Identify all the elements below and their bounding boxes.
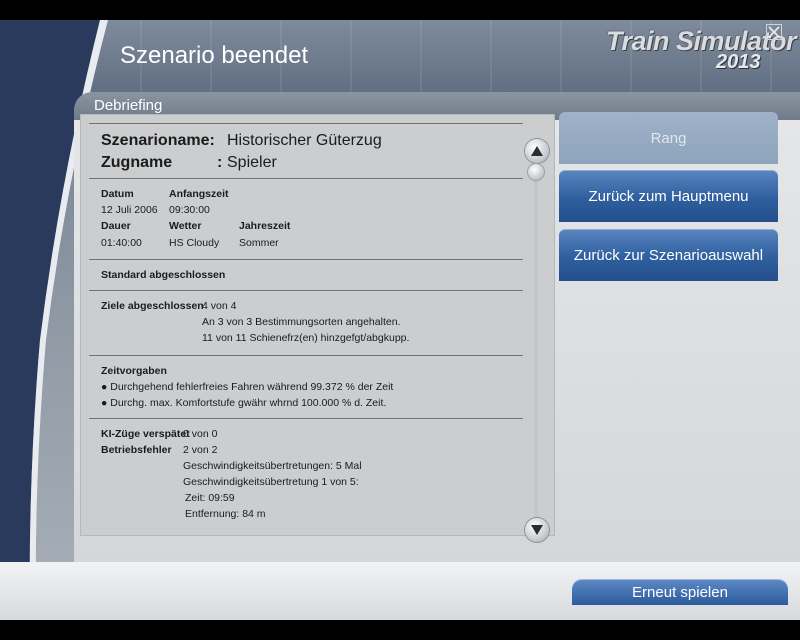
debriefing-label: Debriefing <box>94 97 163 114</box>
season-value: Sommer <box>239 237 279 249</box>
logo-year: 2013 <box>716 51 761 73</box>
standard-status: Standard abgeschlossen <box>101 269 226 281</box>
debriefing-report-panel[interactable]: Szenarioname: Historischer Güterzug Zugn… <box>80 114 555 536</box>
rank-button[interactable]: Rang <box>559 112 778 164</box>
close-button[interactable] <box>766 24 782 40</box>
season-label: Jahreszeit <box>239 220 291 232</box>
time-targets-heading: Zeitvorgaben <box>101 365 167 377</box>
start-time-label: Anfangszeit <box>169 188 229 200</box>
ai-trains-late-label: KI-Züge verspätet <box>101 428 190 440</box>
operating-faults-label: Betriebsfehler <box>101 444 172 456</box>
weather-value: HS Cloudy <box>169 237 220 249</box>
faults-section: KI-Züge verspätet 0 von 0 Betriebsfehler… <box>89 419 523 535</box>
back-to-main-menu-button[interactable]: Zurück zum Hauptmenu <box>559 170 778 222</box>
scenario-name-value: Historischer Güterzug <box>227 132 382 149</box>
close-icon <box>766 24 782 40</box>
page-title: Szenario beendet <box>120 42 309 69</box>
scrollbar-track[interactable] <box>534 180 538 518</box>
scroll-down-button[interactable] <box>525 518 549 542</box>
speeding-detail-heading: Geschwindigkeitsübertretung 1 von 5: <box>183 476 359 488</box>
goals-value: 4 von 4 <box>202 300 237 312</box>
arrow-down-icon <box>531 525 543 535</box>
goals-section: Ziele abgeschlossen 4 von 4 An 3 von 3 B… <box>89 291 523 355</box>
weather-label: Wetter <box>169 220 202 232</box>
goals-label: Ziele abgeschlossen <box>101 300 204 312</box>
ai-trains-late-value: 0 von 0 <box>183 428 218 440</box>
duration-value: 01:40:00 <box>101 237 142 249</box>
info-section: Datum Anfangszeit 12 Juli 2006 09:30:00 … <box>89 179 523 259</box>
speeding-distance: Entfernung: 84 m <box>185 508 266 520</box>
back-to-scenario-select-button[interactable]: Zurück zur Szenarioauswahl <box>559 229 778 281</box>
train-name-label: Zugname <box>101 154 173 171</box>
scrollbar-thumb[interactable] <box>528 164 544 180</box>
scroll-up-button[interactable] <box>525 139 549 163</box>
goals-detail-couplings: 11 von 11 Schienefrz(en) hinzgefgt/abgku… <box>202 332 410 344</box>
standard-section: Standard abgeschlossen <box>89 260 523 290</box>
date-label: Datum <box>101 188 134 200</box>
scenario-name-label: Szenarioname: <box>101 132 215 149</box>
replay-button[interactable]: Erneut spielen <box>572 579 788 605</box>
time-target-line: ● Durchgehend fehlerfreies Fahren währen… <box>101 381 394 393</box>
speeding-time: Zeit: 09:59 <box>185 492 235 504</box>
date-value: 12 Juli 2006 <box>101 204 158 216</box>
train-simulator-logo: Train Simulator 2013 <box>606 26 797 76</box>
time-target-line: ● Durchg. max. Komfortstufe gwähr whrnd … <box>101 397 387 409</box>
speeding-count: Geschwindigkeitsübertretungen: 5 Mal <box>183 460 362 472</box>
arrow-up-icon <box>531 146 543 156</box>
scenario-header-section: Szenarioname: Historischer Güterzug Zugn… <box>89 124 523 178</box>
duration-label: Dauer <box>101 220 131 232</box>
time-targets-section: Zeitvorgaben ● Durchgehend fehlerfreies … <box>89 356 523 418</box>
operating-faults-value: 2 von 2 <box>183 444 218 456</box>
start-time-value: 09:30:00 <box>169 204 210 216</box>
goals-detail-stops: An 3 von 3 Bestimmungsorten angehalten. <box>202 316 401 328</box>
train-name-value: Spieler <box>227 154 277 171</box>
train-name-separator: : <box>217 154 223 171</box>
